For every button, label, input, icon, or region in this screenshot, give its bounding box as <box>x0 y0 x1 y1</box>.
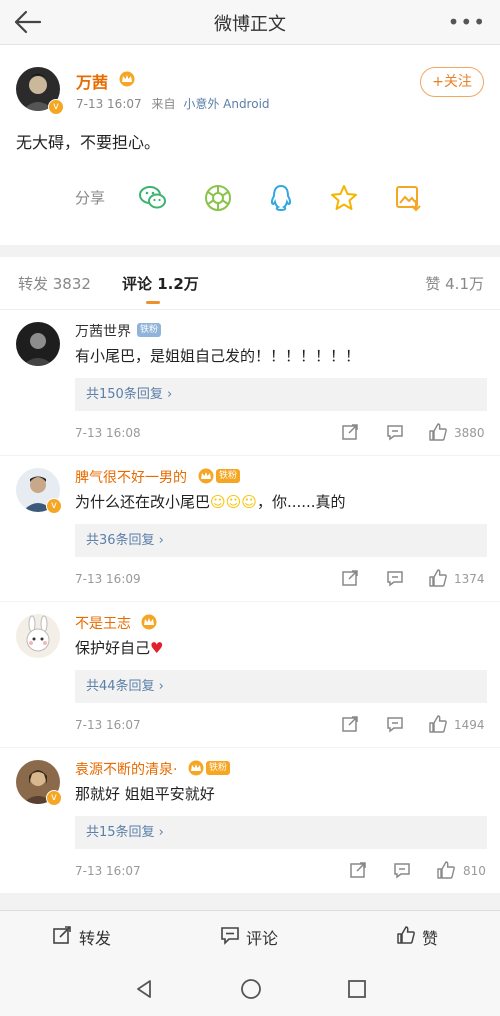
commenter-name[interactable]: 万茜世界 <box>75 321 131 341</box>
nav-recents-icon[interactable] <box>346 978 368 1000</box>
comment-text-part: 保护好自己 <box>75 639 151 657</box>
view-replies-button[interactable]: 共36条回复 › <box>75 524 487 557</box>
like-thumb-icon[interactable] <box>428 568 448 588</box>
nav-back-icon[interactable] <box>133 978 155 1000</box>
comment-time: 7-13 16:08 <box>75 426 141 440</box>
post-meta: 7-13 16:07 来自 小意外 Android <box>76 95 270 112</box>
like-thumb-icon[interactable] <box>436 860 456 880</box>
tab-repost[interactable]: 转发 3832 <box>18 273 91 294</box>
comment-text-part: ，你......真的 <box>256 493 346 511</box>
comment-time: 7-13 16:07 <box>75 864 141 878</box>
qq-icon[interactable] <box>265 182 297 214</box>
tab-comment[interactable]: 评论 1.2万 <box>122 273 199 294</box>
comment-text: 有小尾巴，是姐姐自己发的！！！！！！！ <box>75 347 361 365</box>
like-thumb-icon[interactable] <box>428 714 448 734</box>
vip-crown-icon <box>119 71 135 87</box>
vip-crown-icon <box>188 760 204 776</box>
bottom-like-button[interactable]: 赞 <box>422 925 438 949</box>
comment-icon[interactable] <box>385 422 405 442</box>
system-nav-bar <box>0 962 500 1016</box>
share-row: 分享 <box>0 178 500 218</box>
commenter-avatar[interactable] <box>16 614 60 658</box>
repost-icon[interactable] <box>340 714 360 734</box>
commenter-name[interactable]: 脾气很不好一男的 <box>75 467 187 487</box>
view-replies-button[interactable]: 共150条回复 › <box>75 378 487 411</box>
comment-icon[interactable] <box>385 714 405 734</box>
comment-item: 万茜世界 铁粉 有小尾巴，是姐姐自己发的！！！！！！！ 共150条回复 › 7-… <box>0 310 500 455</box>
view-replies-button[interactable]: 共44条回复 › <box>75 670 487 703</box>
red-heart-icon: ♥ <box>150 639 164 657</box>
bottom-action-bar: 转发 评论 赞 <box>0 910 500 963</box>
like-count: 3880 <box>454 426 485 440</box>
qzone-star-icon[interactable] <box>328 182 360 214</box>
like-count: 1494 <box>454 718 485 732</box>
tab-like[interactable]: 赞 4.1万 <box>425 273 484 294</box>
post-time: 7-13 16:07 <box>76 97 142 111</box>
save-image-icon[interactable] <box>392 182 424 214</box>
verified-badge-icon: v <box>46 790 62 806</box>
follow-button[interactable]: +关注 <box>420 67 484 97</box>
moments-icon[interactable] <box>202 182 234 214</box>
smile-emoji-icon: ☺☺☺ <box>210 493 257 511</box>
nav-home-icon[interactable] <box>240 978 262 1000</box>
fan-badge: 铁粉 <box>206 761 231 775</box>
commenter-name[interactable]: 袁源不断的清泉· <box>75 759 177 779</box>
page-title: 微博正文 <box>214 14 286 35</box>
post-content: 无大碍，不要担心。 <box>16 133 161 152</box>
commenter-avatar[interactable] <box>16 322 60 366</box>
fan-badge: 铁粉 <box>216 469 241 483</box>
like-thumb-icon[interactable] <box>428 422 448 442</box>
verified-badge-icon: v <box>48 99 64 115</box>
repost-icon[interactable] <box>52 925 72 945</box>
post-source-link[interactable]: 小意外 Android <box>183 97 269 111</box>
comment-item: v 脾气很不好一男的 铁粉 为什么还在改小尾巴☺☺☺，你......真的 共36… <box>0 456 500 601</box>
bottom-repost-button[interactable]: 转发 <box>79 925 111 949</box>
repost-icon[interactable] <box>340 568 360 588</box>
post-card: v 万茜 7-13 16:07 来自 小意外 Android +关注 无大碍，不… <box>0 45 500 245</box>
comment-icon[interactable] <box>392 860 412 880</box>
like-count: 810 <box>463 864 486 878</box>
comment-time: 7-13 16:09 <box>75 572 141 586</box>
post-author-name[interactable]: 万茜 <box>76 69 108 93</box>
fan-badge: 铁粉 <box>137 323 162 337</box>
view-replies-button[interactable]: 共15条回复 › <box>75 816 487 849</box>
comment-icon[interactable] <box>385 568 405 588</box>
comment-item: 不是王志 保护好自己♥ 共44条回复 › 7-13 16:07 1494 <box>0 602 500 747</box>
verified-badge-icon: v <box>46 498 62 514</box>
comment-text-part: 为什么还在改小尾巴 <box>75 493 211 511</box>
comment-text: 那就好 姐姐平安就好 <box>75 785 215 803</box>
vip-crown-icon <box>198 468 214 484</box>
comment-text: 保护好自己♥ <box>75 637 163 658</box>
like-thumb-icon[interactable] <box>396 925 416 945</box>
wechat-icon[interactable] <box>137 182 169 214</box>
comment-item: v 袁源不断的清泉· 铁粉 那就好 姐姐平安就好 共15条回复 › 7-13 1… <box>0 748 500 893</box>
bottom-comment-button[interactable]: 评论 <box>246 925 278 949</box>
vip-crown-icon <box>141 614 157 630</box>
repost-icon[interactable] <box>348 860 368 880</box>
share-label: 分享 <box>75 189 106 207</box>
comment-icon[interactable] <box>220 925 240 945</box>
repost-icon[interactable] <box>340 422 360 442</box>
active-tab-indicator <box>146 301 160 304</box>
post-tabs: 转发 3832 评论 1.2万 赞 4.1万 <box>0 257 500 310</box>
top-bar: 微博正文 ••• <box>0 0 500 45</box>
comment-text: 为什么还在改小尾巴☺☺☺，你......真的 <box>75 491 346 512</box>
like-count: 1374 <box>454 572 485 586</box>
comment-time: 7-13 16:07 <box>75 718 141 732</box>
commenter-name[interactable]: 不是王志 <box>75 613 131 633</box>
post-source-prefix: 来自 <box>151 97 176 111</box>
more-options-icon[interactable]: ••• <box>448 10 486 34</box>
